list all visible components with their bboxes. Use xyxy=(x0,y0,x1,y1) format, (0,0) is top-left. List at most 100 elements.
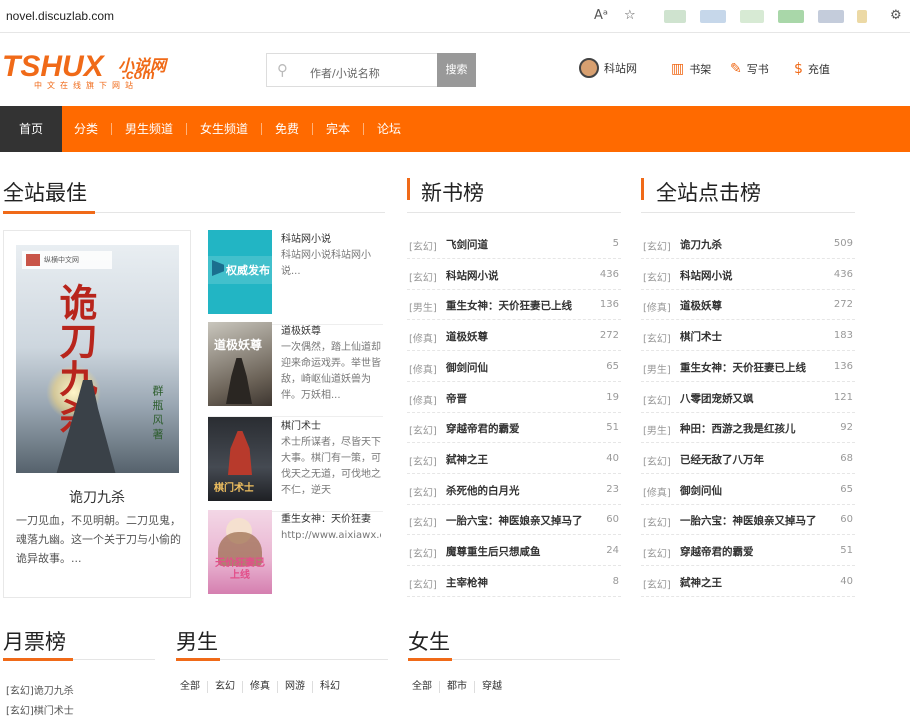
rank-row[interactable]: [修真] 道极妖尊 272 xyxy=(407,321,621,352)
male-title: 男生 xyxy=(176,630,218,654)
rank-book-name[interactable]: 科站网小说 xyxy=(446,268,499,283)
featured-book[interactable]: 纵横中文网 诡刀九杀 群 瓶 风 著 诡刀九杀 一刀见血，不见明朝。二刀见鬼，魂… xyxy=(3,230,191,598)
recharge-link[interactable]: $ 充值 xyxy=(794,61,830,77)
rank-row[interactable]: [玄幻] 弑神之王 40 xyxy=(641,567,855,597)
rank-row[interactable]: [玄幻] 棋门术士 183 xyxy=(641,321,855,352)
book-name[interactable]: 棋门术士 xyxy=(281,417,321,432)
rank-book-name[interactable]: 飞剑问道 xyxy=(446,237,488,252)
filter-xiuzhen[interactable]: 修真 xyxy=(242,681,277,693)
site-logo[interactable]: TSHUX 小说网 .com 中文在线旗下网站 xyxy=(2,50,172,92)
monthly-item[interactable]: [玄幻]诡刀九杀 xyxy=(6,682,74,697)
rank-book-name[interactable]: 一胎六宝：神医娘亲又掉马了 xyxy=(680,513,817,528)
rank-row[interactable]: [玄幻] 已经无敌了八万年 68 xyxy=(641,444,855,474)
book-name[interactable]: 科站网小说 xyxy=(281,230,331,245)
rank-row[interactable]: [玄幻] 八零团宠娇又飒 121 xyxy=(641,383,855,413)
rank-book-name[interactable]: 重生女神：天价狂妻已上线 xyxy=(680,360,806,375)
rank-book-name[interactable]: 穿越帝君的霸爱 xyxy=(446,421,520,436)
book-cover[interactable]: 棋门术士 xyxy=(208,417,272,501)
rank-category: [男生] xyxy=(409,303,437,315)
rank-row[interactable]: [男生] 重生女神：天价狂妻已上线 136 xyxy=(641,352,855,382)
read-aloud-icon[interactable]: Aᵃ xyxy=(594,8,608,23)
favorite-icon[interactable]: ☆ xyxy=(624,8,636,23)
rank-book-name[interactable]: 魔尊重生后只想咸鱼 xyxy=(446,544,541,559)
rank-row[interactable]: [玄幻] 诡刀九杀 509 xyxy=(641,229,855,259)
rank-book-name[interactable]: 科站网小说 xyxy=(680,268,733,283)
search-button[interactable]: 搜索 xyxy=(437,53,476,87)
rank-book-name[interactable]: 诡刀九杀 xyxy=(680,237,722,252)
rank-book-name[interactable]: 御剑问仙 xyxy=(446,360,488,375)
rank-category: [玄幻] xyxy=(409,518,437,530)
rank-book-name[interactable]: 重生女神：天价狂妻已上线 xyxy=(446,298,572,313)
rank-book-name[interactable]: 杀死他的白月光 xyxy=(446,483,520,498)
book-name[interactable]: 道极妖尊 xyxy=(281,322,321,337)
extension-icon[interactable] xyxy=(740,10,764,23)
rank-book-name[interactable]: 棋门术士 xyxy=(680,329,722,344)
nav-free[interactable]: 免费 xyxy=(275,106,299,152)
rank-book-name[interactable]: 弑神之王 xyxy=(680,575,722,590)
rank-book-name[interactable]: 弑神之王 xyxy=(446,452,488,467)
search-input[interactable]: 作者/小说名称 xyxy=(310,65,380,81)
rank-row[interactable]: [修真] 帝晋 19 xyxy=(407,383,621,413)
rank-row[interactable]: [玄幻] 飞剑问道 5 xyxy=(407,229,621,259)
rank-row[interactable]: [玄幻] 穿越帝君的霸爱 51 xyxy=(641,536,855,566)
rank-row[interactable]: [玄幻] 一胎六宝：神医娘亲又掉马了 60 xyxy=(641,505,855,536)
rank-row[interactable]: [玄幻] 科站网小说 436 xyxy=(641,260,855,290)
bookshelf-link[interactable]: ▥ 书架 xyxy=(671,61,711,77)
book-item[interactable]: 权威发布 科站网小说 科站网小说科站网小说... xyxy=(208,230,383,325)
rank-category: [玄幻] xyxy=(643,579,671,591)
extension-icon[interactable] xyxy=(664,10,686,23)
filter-all[interactable]: 全部 xyxy=(176,681,207,693)
rank-row[interactable]: [修真] 御剑问仙 65 xyxy=(641,475,855,505)
book-item[interactable]: 道极妖尊 道极妖尊 一次偶然，踏上仙道却迎来命运戏弄。举世皆敌，崎岖仙道妖兽为伴… xyxy=(208,322,383,417)
user-link[interactable]: 科站网 xyxy=(579,58,637,78)
featured-cover[interactable]: 纵横中文网 诡刀九杀 群 瓶 风 著 xyxy=(16,245,179,473)
rank-row[interactable]: [男生] 种田：西游之我是红孩儿 92 xyxy=(641,413,855,444)
address-bar[interactable]: novel.discuzlab.com xyxy=(6,9,114,23)
rank-book-name[interactable]: 穿越帝君的霸爱 xyxy=(680,544,754,559)
rank-book-name[interactable]: 道极妖尊 xyxy=(446,329,488,344)
book-cover[interactable]: 权威发布 xyxy=(208,230,272,314)
filter-xuanhuan[interactable]: 玄幻 xyxy=(207,681,242,693)
rank-book-name[interactable]: 帝晋 xyxy=(446,391,467,406)
nav-male[interactable]: 男生频道 xyxy=(125,106,173,152)
write-link[interactable]: ✎ 写书 xyxy=(730,61,769,77)
nav-finished[interactable]: 完本 xyxy=(326,106,350,152)
rank-row[interactable]: [玄幻] 科站网小说 436 xyxy=(407,260,621,290)
nav-home[interactable]: 首页 xyxy=(0,106,62,152)
filter-kehuan[interactable]: 科幻 xyxy=(312,681,347,693)
extension-icon[interactable] xyxy=(857,10,867,23)
book-name[interactable]: 重生女神：天价狂妻 xyxy=(281,510,371,525)
book-item[interactable]: 棋门术士 棋门术士 术士所谋者，尽皆天下大事。棋门有一策，可伐天之无道，可伐地之… xyxy=(208,417,383,512)
book-item[interactable]: 天价狂妻已上线 重生女神：天价狂妻 http://www.aixiawx.com… xyxy=(208,510,383,596)
filter-dushi[interactable]: 都市 xyxy=(439,681,474,693)
filter-chuanyue[interactable]: 穿越 xyxy=(474,681,509,693)
filter-wangyou[interactable]: 网游 xyxy=(277,681,312,693)
rank-row[interactable]: [玄幻] 弑神之王 40 xyxy=(407,444,621,474)
rank-row[interactable]: [玄幻] 一胎六宝：神医娘亲又掉马了 60 xyxy=(407,505,621,536)
extension-icon[interactable] xyxy=(778,10,804,23)
filter-all[interactable]: 全部 xyxy=(408,681,439,693)
rank-book-name[interactable]: 已经无敌了八万年 xyxy=(680,452,764,467)
rank-row[interactable]: [玄幻] 穿越帝君的霸爱 51 xyxy=(407,413,621,444)
book-cover[interactable]: 天价狂妻已上线 xyxy=(208,510,272,594)
extension-icon[interactable] xyxy=(700,10,726,23)
rank-book-name[interactable]: 八零团宠娇又飒 xyxy=(680,391,754,406)
rank-row[interactable]: [男生] 重生女神：天价狂妻已上线 136 xyxy=(407,290,621,321)
rank-row[interactable]: [修真] 御剑问仙 65 xyxy=(407,352,621,382)
nav-forum[interactable]: 论坛 xyxy=(377,106,401,152)
rank-row[interactable]: [玄幻] 主宰枪神 8 xyxy=(407,567,621,597)
rank-book-name[interactable]: 道极妖尊 xyxy=(680,298,722,313)
featured-title[interactable]: 诡刀九杀 xyxy=(4,487,190,507)
rank-row[interactable]: [修真] 道极妖尊 272 xyxy=(641,290,855,321)
rank-book-name[interactable]: 主宰枪神 xyxy=(446,575,488,590)
rank-row[interactable]: [玄幻] 杀死他的白月光 23 xyxy=(407,475,621,505)
rank-book-name[interactable]: 种田：西游之我是红孩儿 xyxy=(680,421,796,436)
rank-row[interactable]: [玄幻] 魔尊重生后只想咸鱼 24 xyxy=(407,536,621,566)
extension-icon[interactable] xyxy=(818,10,844,23)
nav-female[interactable]: 女生频道 xyxy=(200,106,248,152)
settings-icon[interactable]: ⚙ xyxy=(890,8,902,23)
rank-book-name[interactable]: 一胎六宝：神医娘亲又掉马了 xyxy=(446,513,583,528)
nav-category[interactable]: 分类 xyxy=(74,106,98,152)
book-cover[interactable]: 道极妖尊 xyxy=(208,322,272,406)
rank-book-name[interactable]: 御剑问仙 xyxy=(680,483,722,498)
